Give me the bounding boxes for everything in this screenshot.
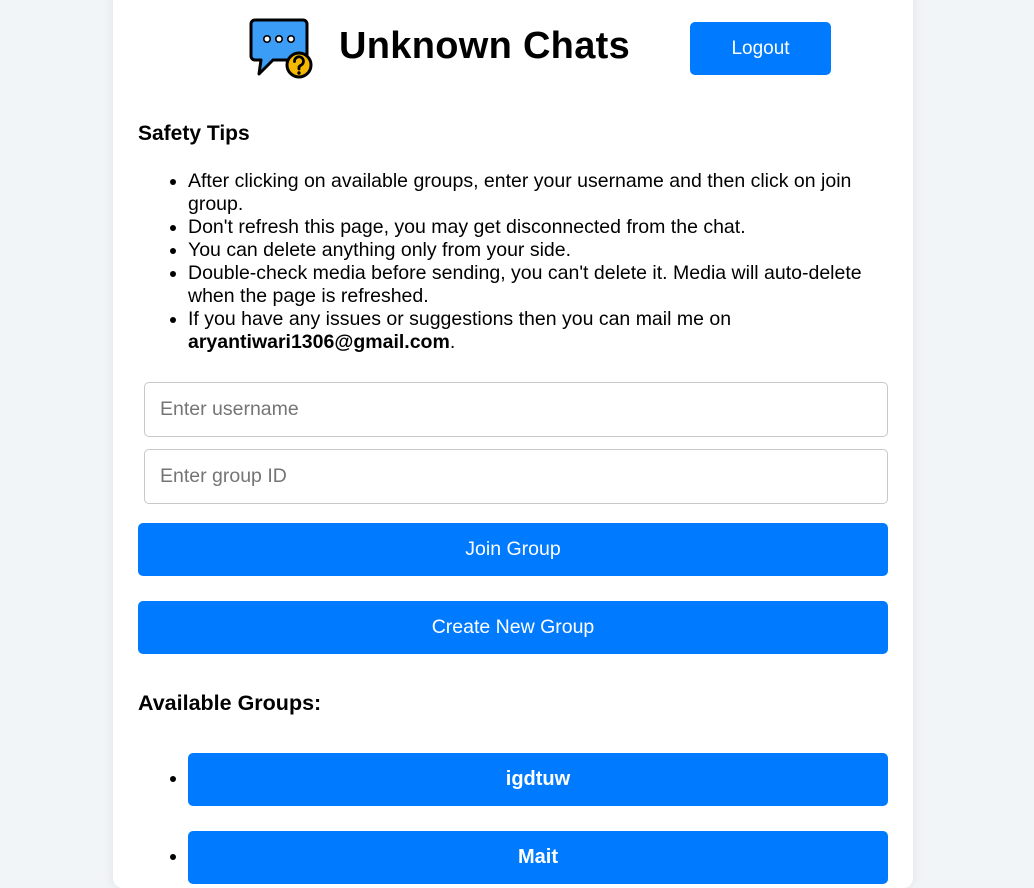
chat-bubble-question-icon (249, 18, 313, 79)
list-item: igdtuw (138, 753, 888, 806)
list-bullet (170, 776, 176, 782)
list-bullet (170, 854, 176, 860)
available-groups-heading: Available Groups: (138, 691, 322, 715)
tip-text: If you have any issues or suggestions th… (188, 308, 732, 330)
tip-item: After clicking on available groups, ente… (188, 170, 888, 216)
header: Unknown Chats Logout (113, 0, 913, 108)
group-id-input[interactable] (144, 449, 888, 504)
list-item: Mait (138, 831, 888, 884)
contact-email: aryantiwari1306@gmail.com (188, 331, 450, 353)
create-group-button[interactable]: Create New Group (138, 601, 888, 654)
safety-tips-heading: Safety Tips (138, 122, 250, 145)
group-button-mait[interactable]: Mait (188, 831, 888, 884)
tip-item: You can delete anything only from your s… (188, 239, 888, 262)
safety-tips-list: After clicking on available groups, ente… (188, 170, 888, 354)
username-input[interactable] (144, 382, 888, 437)
tip-item: Double-check media before sending, you c… (188, 262, 888, 308)
group-button-igdtuw[interactable]: igdtuw (188, 753, 888, 806)
logout-button[interactable]: Logout (690, 22, 831, 75)
app-title: Unknown Chats (339, 25, 631, 67)
main-card: Unknown Chats Logout Safety Tips After c… (113, 0, 913, 888)
tip-suffix: . (449, 331, 456, 353)
tip-item: If you have any issues or suggestions th… (188, 308, 888, 354)
join-group-button[interactable]: Join Group (138, 523, 888, 576)
tip-item: Don't refresh this page, you may get dis… (188, 216, 888, 239)
